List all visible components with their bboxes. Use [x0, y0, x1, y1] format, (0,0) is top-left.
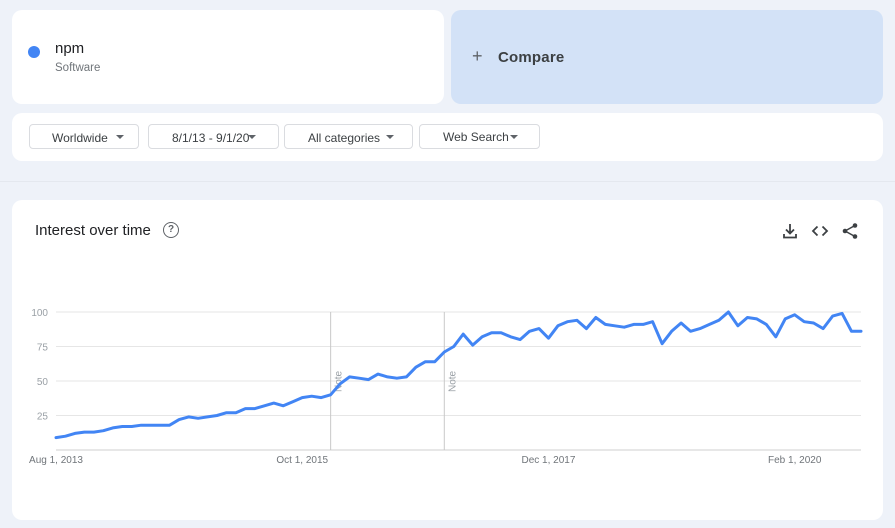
- chevron-down-icon: [510, 135, 518, 139]
- note-label: Note: [447, 370, 458, 392]
- date-range-filter[interactable]: 8/1/13 - 9/1/20: [148, 124, 279, 149]
- interest-over-time-card: Interest over time ? 25 50 75 100 Note Note Au…: [12, 200, 883, 520]
- compare-label: Compare: [498, 49, 565, 66]
- chevron-down-icon: [248, 135, 256, 139]
- x-tick-label: Aug 1, 2013: [29, 455, 83, 466]
- y-tick-label: 75: [37, 343, 49, 354]
- line-chart: 255075100Note NoteAug 1, 2013 Oct 1, 2015 D…: [29, 308, 863, 466]
- y-tick-label: 100: [31, 308, 48, 319]
- term-color-dot: [28, 46, 40, 58]
- date-range-filter-label: 8/1/13 - 9/1/20: [172, 131, 250, 145]
- region-filter[interactable]: Worldwide: [29, 124, 139, 149]
- section-divider: [0, 181, 895, 182]
- series-line-npm: [54, 310, 863, 440]
- plus-icon: +: [472, 46, 483, 66]
- term-type: Software: [55, 62, 101, 74]
- region-filter-label: Worldwide: [52, 131, 108, 145]
- category-filter[interactable]: All categories: [284, 124, 413, 149]
- search-type-filter-label: Web Search: [443, 130, 509, 144]
- x-tick-label: Feb 1, 2020: [768, 455, 822, 466]
- chevron-down-icon: [116, 135, 124, 139]
- chevron-down-icon: [386, 135, 394, 139]
- search-type-filter[interactable]: Web Search: [419, 124, 540, 149]
- y-tick-label: 25: [37, 412, 49, 423]
- y-tick-label: 50: [37, 377, 49, 388]
- search-term-card[interactable]: npm Software: [12, 10, 444, 104]
- term-name: npm: [55, 40, 85, 57]
- x-tick-label: Dec 1, 2017: [522, 455, 576, 466]
- category-filter-label: All categories: [308, 131, 381, 145]
- compare-button[interactable]: + Compare: [451, 10, 883, 104]
- x-tick-label: Oct 1, 2015: [276, 455, 328, 466]
- filter-bar: Worldwide 8/1/13 - 9/1/20 All categories…: [12, 113, 883, 161]
